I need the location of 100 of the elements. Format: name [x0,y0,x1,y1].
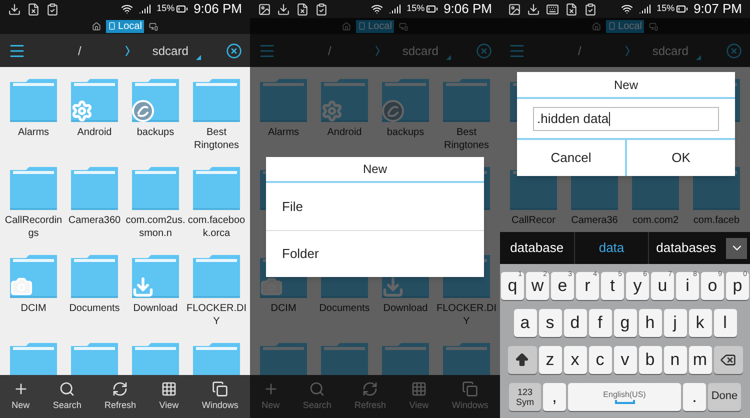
folder-label: Download [132,302,179,315]
battery-icon [426,3,438,15]
folder-label: backups [386,126,426,139]
folder-label: Camera36 [570,214,619,227]
home-icon[interactable] [92,22,102,30]
shift-key[interactable] [508,346,536,374]
toolbar-button[interactable]: View [159,380,179,412]
clock-time: 9:07 PM [694,0,742,18]
keyboard-icon [546,2,559,16]
battery-percent: 15% [656,2,675,16]
key[interactable]: s [538,308,562,336]
download-icon [527,2,540,16]
key[interactable]: x [564,346,586,374]
folder-label: Alarms [266,126,300,139]
search-icon [309,380,326,397]
folder-label: CallRecor [510,214,556,227]
dialog-button[interactable]: OK [625,140,735,176]
key[interactable]: a [514,308,536,336]
file-icon [27,2,40,16]
dialog-title: New [266,157,484,183]
close-icon[interactable] [226,42,242,58]
toolbar-button[interactable]: Search [52,380,82,412]
folder-label: backups [136,126,176,139]
refresh-icon [112,380,128,397]
download-icon [277,2,290,16]
chevron-icon [125,44,130,56]
key[interactable]: n [664,346,686,374]
chevron-icon [625,44,630,56]
phone-icon [108,22,116,30]
local-tab[interactable]: Local [106,20,144,32]
space-key[interactable]: English(US) [568,382,681,410]
chevron-icon [375,44,380,56]
key[interactable]: h [638,308,662,336]
devices-icon[interactable] [148,22,158,30]
image-icon [508,2,521,16]
folder-label: Android [326,126,363,139]
clock-time: 9:06 PM [444,0,492,18]
key[interactable]: . [683,382,706,410]
done-key[interactable]: Done [708,382,741,410]
battery-icon [176,3,188,15]
folder-label: Alarms [16,126,50,139]
folder-label: FLOCKER.DIY [186,302,246,328]
folder-label: CallRecordings [4,214,64,240]
key[interactable]: j [664,308,686,336]
space-icon [614,400,634,404]
download-icon [8,2,21,16]
toolbar-button[interactable]: Refresh [104,380,136,412]
image-icon [258,2,271,16]
folder-label: DCIM [270,302,298,315]
clock-time: 9:06 PM [194,0,242,18]
backspace-icon [720,352,736,368]
backspace-key[interactable] [714,346,742,374]
folder-label: Download [382,302,429,315]
dialog-button[interactable]: Cancel [517,140,625,176]
key[interactable]: b [638,346,662,374]
folder-label: com.faceb [692,214,741,227]
toolbar-button[interactable]: New [12,380,30,412]
folder-label: Documents [318,302,371,315]
folder-label: Camera360 [67,214,122,227]
key[interactable]: c [588,346,612,374]
windows-icon [462,380,478,397]
clipboard-icon [584,2,597,16]
folder-label: FLOCKER.DIY [436,302,496,328]
key[interactable]: f [588,308,612,336]
dialog-option[interactable]: Folder [266,230,484,277]
folder-label: com.facebook.orca [186,214,246,240]
battery-percent: 15% [406,2,425,16]
dialog-title: New [517,72,735,99]
grid-icon [410,380,427,397]
file-icon [565,2,578,16]
search-icon [59,380,76,397]
dropdown-corner-icon [696,55,702,60]
collapse-button[interactable] [726,238,748,258]
folder-label: Android [76,126,113,139]
key[interactable]: l [714,308,736,336]
battery-icon [676,3,688,15]
key[interactable]: , [543,382,566,410]
key[interactable]: g [614,308,636,336]
folder-label: com.com2 [631,214,680,227]
suggestion[interactable]: database [500,232,574,264]
phone-icon [358,22,366,30]
name-input-field[interactable]: .hidden data [533,106,719,130]
path-root[interactable]: / [78,42,82,60]
folder-label: Best Ringtones [192,126,240,152]
key[interactable]: d [564,308,586,336]
plus-icon [12,380,29,397]
key[interactable]: z [538,346,562,374]
toolbar-button[interactable]: Windows [202,380,238,412]
shift-arrow-icon [514,352,530,368]
folder-label: Documents [68,302,121,315]
path-folder[interactable]: sdcard [152,42,188,58]
folder-label: com.com2us.smon.n [126,214,186,240]
windows-icon [212,380,228,397]
key[interactable]: k [688,308,712,336]
grid-icon [160,380,177,397]
key[interactable]: v [614,346,636,374]
symbols-key[interactable]: 123 Sym [509,382,541,410]
key[interactable]: m [688,346,712,374]
file-icon [296,2,309,16]
dialog-option[interactable]: File [266,183,484,230]
